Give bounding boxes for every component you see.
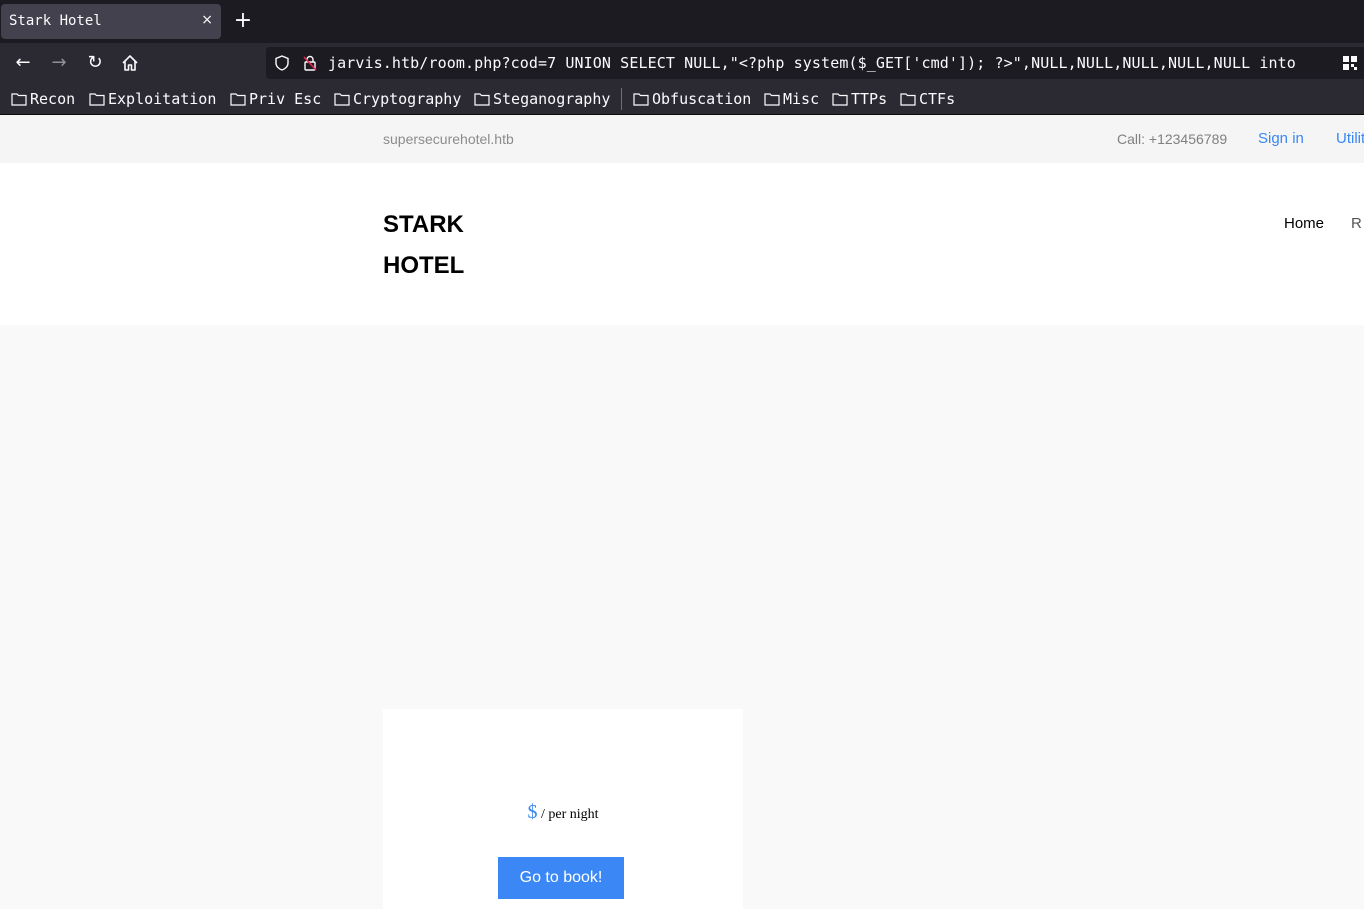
folder-icon: [334, 93, 350, 106]
room-content: $ / per night Go to book!: [0, 325, 1364, 909]
go-to-book-button[interactable]: Go to book!: [498, 857, 624, 899]
qr-code-icon[interactable]: [1342, 55, 1358, 71]
folder-icon: [474, 93, 490, 106]
address-bar[interactable]: jarvis.htb/room.php?cod=7 UNION SELECT N…: [266, 47, 1364, 79]
browser-tab[interactable]: Stark Hotel ×: [1, 4, 221, 39]
tracking-shield-icon[interactable]: [274, 55, 290, 71]
room-price: $ / per night: [383, 801, 743, 824]
browser-nav-bar: ← → ↻ jarvis.htb/room.php?cod=7 UNION SE…: [0, 43, 1364, 83]
browser-tab-bar: Stark Hotel × +: [0, 0, 1364, 43]
sign-in-link[interactable]: Sign in: [1258, 130, 1304, 147]
room-card: $ / per night Go to book!: [383, 709, 743, 909]
phone-number: Call: +123456789: [1117, 131, 1228, 147]
folder-icon: [900, 93, 916, 106]
back-arrow-icon[interactable]: ←: [12, 52, 34, 74]
utilities-link[interactable]: Utilit: [1336, 130, 1364, 147]
forward-arrow-icon[interactable]: →: [48, 52, 70, 74]
per-night-label: / per night: [537, 807, 599, 822]
folder-icon: [832, 93, 848, 106]
close-tab-icon[interactable]: ×: [201, 12, 213, 28]
site-domain: supersecurehotel.htb: [383, 131, 514, 147]
bookmark-separator: [621, 88, 622, 110]
home-icon[interactable]: [119, 52, 141, 74]
insecure-lock-icon[interactable]: [302, 54, 318, 72]
new-tab-icon[interactable]: +: [232, 8, 254, 34]
folder-icon: [633, 93, 649, 106]
folder-icon: [11, 93, 27, 106]
reload-icon[interactable]: ↻: [84, 52, 106, 74]
nav-home-link[interactable]: Home: [1284, 215, 1324, 232]
site-header: STARK HOTEL Home R: [0, 163, 1364, 325]
url-text[interactable]: jarvis.htb/room.php?cod=7 UNION SELECT N…: [328, 54, 1296, 72]
nav-rooms-link[interactable]: R: [1351, 215, 1362, 232]
folder-icon: [230, 93, 246, 106]
currency-symbol: $: [527, 801, 538, 823]
site-top-bar: supersecurehotel.htb Call: +123456789 Si…: [0, 115, 1364, 163]
site-logo[interactable]: STARK HOTEL: [383, 204, 503, 286]
tab-title: Stark Hotel: [9, 13, 102, 29]
folder-icon: [89, 93, 105, 106]
folder-icon: [764, 93, 780, 106]
